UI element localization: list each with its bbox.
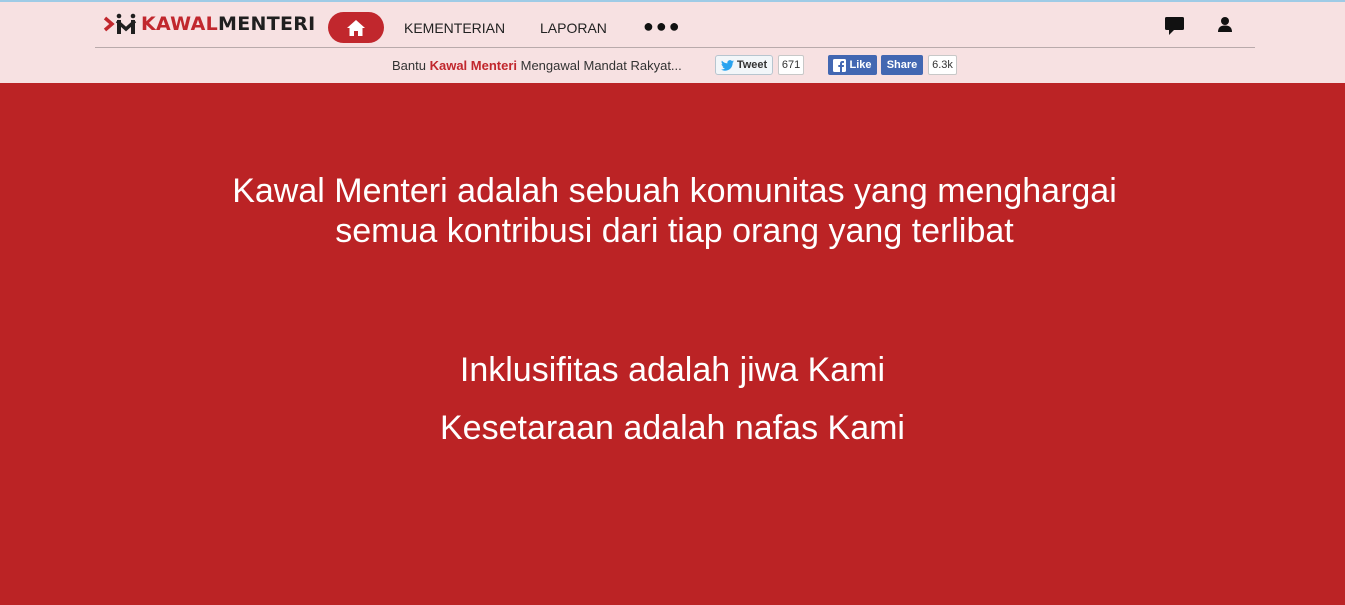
share-message: Bantu Kawal Menteri Mengawal Mandat Raky… [392, 58, 682, 73]
facebook-icon [833, 58, 847, 72]
logo-mark-icon [103, 13, 137, 34]
logo-text-menteri: MENTERI [218, 13, 316, 35]
hero-headline: Kawal Menteri adalah sebuah komunitas ya… [0, 171, 1345, 251]
facebook-share-label: Share [886, 59, 918, 71]
main-nav: KAWALMENTERI KEMENTERIAN LAPORAN ●●● [95, 2, 1255, 48]
twitter-bird-icon [720, 59, 734, 71]
motto-inclusivity: Inklusifitas adalah jiwa Kami [459, 351, 886, 389]
hero-headline-line-2: semua kontribusi dari tiap orang yang te… [335, 212, 1014, 250]
logo-text: KAWALMENTERI [141, 13, 316, 35]
facebook-like-button[interactable]: Like [828, 55, 877, 75]
hero-section: Kawal Menteri adalah sebuah komunitas ya… [0, 83, 1345, 605]
share-message-highlight: Kawal Menteri [429, 58, 518, 73]
tweet-count: 671 [778, 55, 804, 75]
motto-equality: Kesetaraan adalah nafas Kami [440, 409, 905, 447]
share-row: Bantu Kawal Menteri Mengawal Mandat Raky… [0, 53, 1345, 77]
more-menu-button[interactable]: ●●● [643, 16, 682, 36]
logo-text-kawal: KAWAL [141, 13, 218, 35]
nav-link-kementerian[interactable]: KEMENTERIAN [404, 20, 505, 36]
user-icon [1218, 17, 1232, 32]
account-button[interactable] [1216, 16, 1238, 36]
share-message-prefix: Bantu [392, 58, 430, 73]
comments-button[interactable] [1164, 16, 1186, 36]
tweet-label: Tweet [736, 59, 768, 71]
top-bar: KAWALMENTERI KEMENTERIAN LAPORAN ●●● Ban… [0, 0, 1345, 83]
facebook-share-count: 6.3k [928, 55, 957, 75]
facebook-share-button[interactable]: Share [881, 55, 923, 75]
hero-headline-line-1: Kawal Menteri adalah sebuah komunitas ya… [232, 172, 1117, 210]
tweet-button[interactable]: Tweet [715, 55, 773, 75]
home-icon [347, 19, 365, 36]
home-button[interactable] [328, 12, 384, 43]
facebook-like-label: Like [849, 59, 872, 71]
site-logo[interactable]: KAWALMENTERI [103, 12, 316, 36]
chat-icon [1165, 17, 1184, 35]
share-message-suffix: Mengawal Mandat Rakyat... [517, 58, 682, 73]
nav-link-laporan[interactable]: LAPORAN [540, 20, 607, 36]
